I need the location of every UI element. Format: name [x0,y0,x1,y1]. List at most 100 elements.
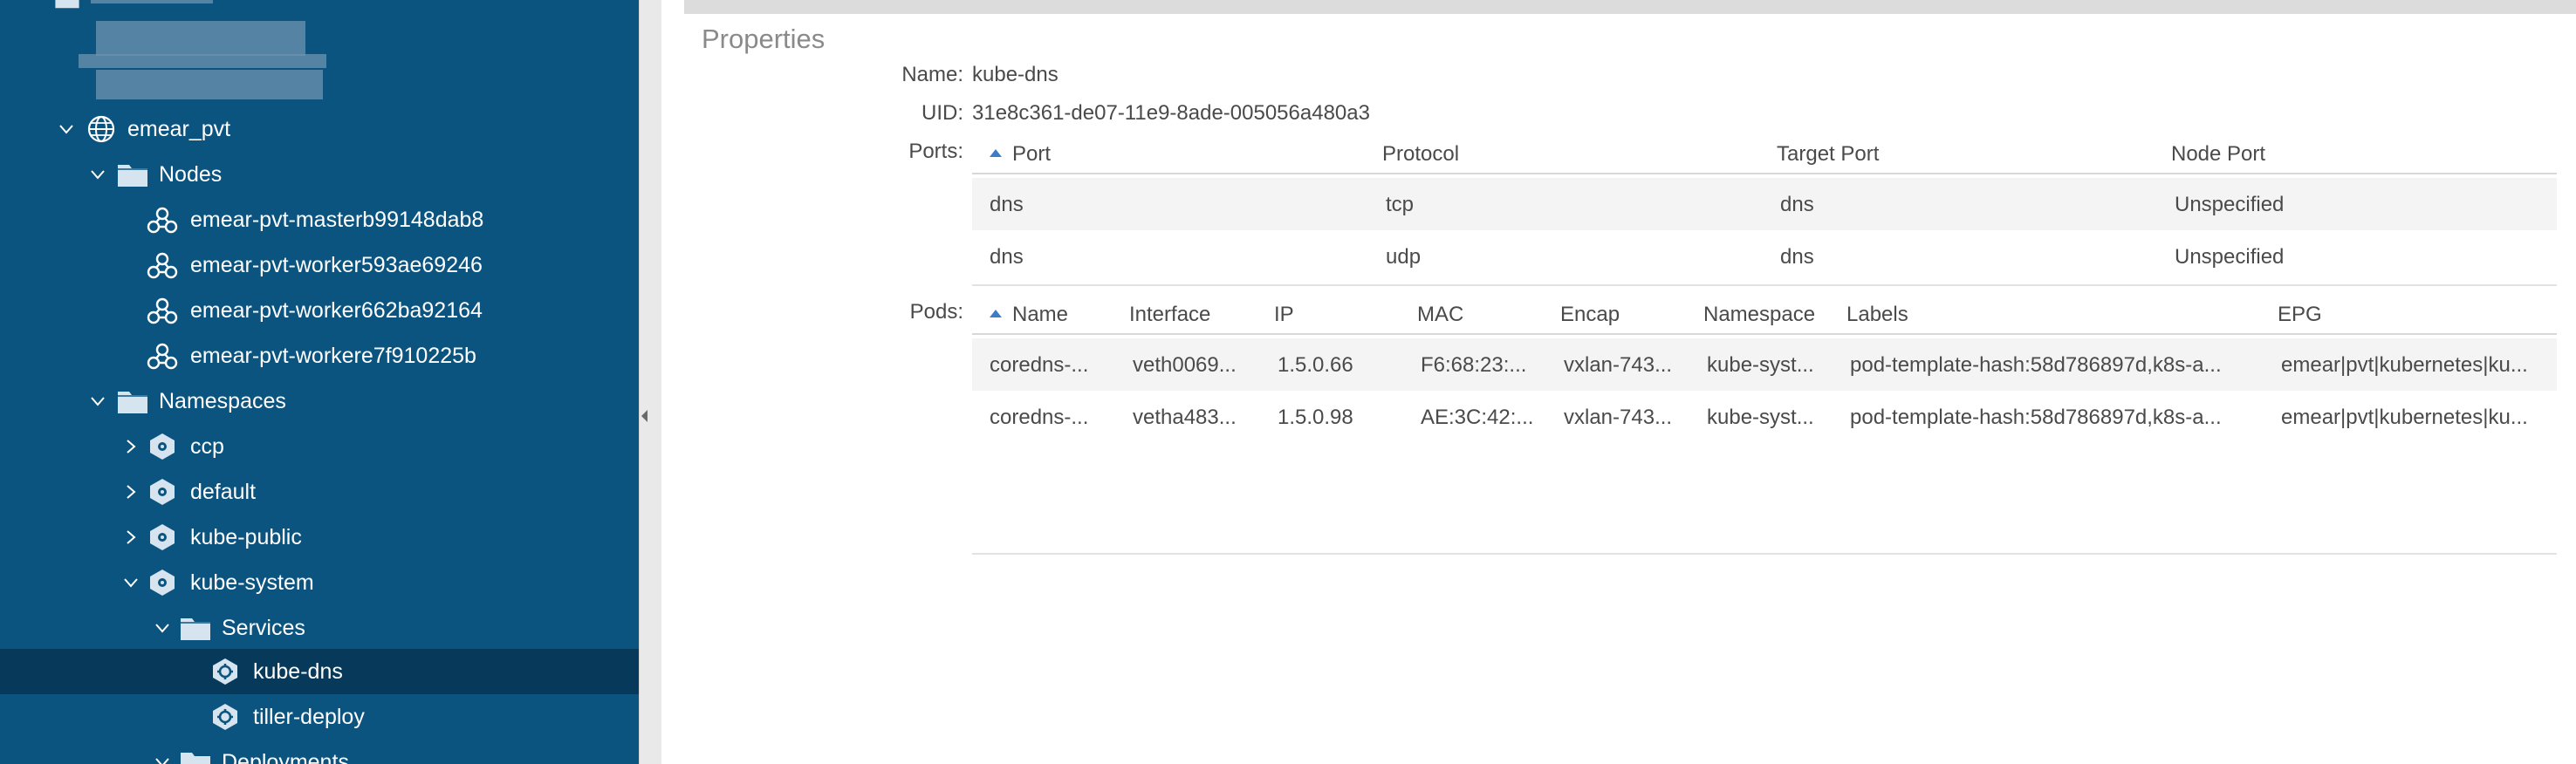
tree-item-nodes-folder[interactable]: Nodes [0,152,639,197]
column-header-port[interactable]: Port [990,142,1051,167]
ports-label: Ports: [908,140,963,163]
name-value: kube-dns [972,63,1058,86]
tree-item-label: emear-pvt-worker662ba92164 [190,298,483,323]
cell-ip: 1.5.0.66 [1278,353,1353,377]
tree-item-deployments-folder[interactable]: Deployments [0,740,639,764]
column-header-encap[interactable]: Encap [1560,303,1620,327]
uid-label: UID: [921,101,963,125]
node-icon [147,206,178,234]
node-icon [147,297,178,324]
tree-item-partial[interactable] [0,0,639,21]
folder-icon [117,160,148,188]
chevron-down-icon[interactable] [58,120,75,138]
tree-item-cluster[interactable]: emear_pvt [0,106,639,152]
column-header-interface[interactable]: Interface [1129,303,1210,327]
tree-item-label: emear-pvt-masterb99148dab8 [190,208,484,232]
chevron-down-icon[interactable] [122,574,140,591]
cell-interface: veth0069... [1133,353,1237,377]
tree-item-node[interactable]: emear-pvt-worker662ba92164 [0,288,639,333]
cell-node-port: Unspecified [2175,193,2285,216]
cell-target-port: dns [1780,245,1814,269]
tree-item-label: default [190,480,257,504]
service-icon [209,658,241,686]
cell-labels: pod-template-hash:58d786897d,k8s-a... [1850,353,2222,377]
ports-table: Port Protocol Target Port Node Port dns … [972,134,2557,288]
folder-icon [54,0,80,9]
collapse-arrow-icon[interactable] [641,410,647,422]
tree-item-namespace[interactable]: kube-public [0,515,639,560]
cell-encap: vxlan-743... [1564,353,1673,377]
panel-splitter[interactable] [639,0,661,764]
name-label: Name: [901,63,963,86]
tree-item-service[interactable]: tiller-deploy [0,694,639,740]
sidebar-tree: emear_pvt Nodes emear-pvt-masterb99148da… [0,0,639,764]
chevron-right-icon[interactable] [122,438,140,455]
ports-table-header: Port Protocol Target Port Node Port [972,134,2557,174]
tree-item-namespaces-folder[interactable]: Namespaces [0,379,639,424]
cell-namespace: kube-syst... [1707,353,1814,377]
column-header-protocol[interactable]: Protocol [1382,142,1459,167]
cell-name: coredns-... [990,406,1089,429]
table-row[interactable]: dns udp dns Unspecified [972,230,2557,283]
tree-item-namespace[interactable]: ccp [0,424,639,469]
column-header-ip[interactable]: IP [1274,303,1294,327]
properties-panel: Properties Name: kube-dns UID: 31e8c361-… [661,0,2576,764]
column-header-namespace[interactable]: Namespace [1703,303,1815,327]
cell-namespace: kube-syst... [1707,406,1814,429]
column-header-mac[interactable]: MAC [1417,303,1463,327]
column-header-name[interactable]: Name [990,303,1068,327]
folder-icon [180,748,211,764]
cell-encap: vxlan-743... [1564,406,1673,429]
tree-item-node[interactable]: emear-pvt-workere7f910225b [0,333,639,379]
cell-mac: AE:3C:42:... [1421,406,1534,429]
cell-labels: pod-template-hash:58d786897d,k8s-a... [1850,406,2222,429]
chevron-down-icon[interactable] [154,754,171,764]
namespace-icon [147,569,178,597]
table-row[interactable]: dns tcp dns Unspecified [972,178,2557,230]
tree-item-label: Namespaces [159,389,286,413]
node-icon [147,342,178,370]
tree-item-label: Services [222,616,305,640]
cell-node-port: Unspecified [2175,245,2285,269]
tree-item-namespace[interactable]: default [0,469,639,515]
uid-value: 31e8c361-de07-11e9-8ade-005056a480a3 [972,101,1370,125]
service-icon [209,703,241,731]
tree-item-namespace[interactable]: kube-system [0,560,639,605]
table-row[interactable]: coredns-... veth0069... 1.5.0.66 F6:68:2… [972,338,2557,391]
column-header-target-port[interactable]: Target Port [1777,142,1879,167]
namespace-icon [147,433,178,460]
cell-epg: emear|pvt|kubernetes|ku... [2281,353,2528,377]
tree-item-label: ccp [190,434,224,459]
tree-item-label: Nodes [159,162,223,187]
tree-item-label: tiller-deploy [253,705,365,729]
properties-title: Properties [702,24,826,54]
tree-item-node[interactable]: emear-pvt-worker593ae69246 [0,242,639,288]
chevron-down-icon[interactable] [89,166,106,183]
table-row[interactable]: coredns-... vetha483... 1.5.0.98 AE:3C:4… [972,391,2557,443]
chevron-down-icon[interactable] [89,392,106,410]
tree-item-label: emear-pvt-worker593ae69246 [190,253,483,277]
tree-item-label: kube-system [190,570,314,595]
cell-mac: F6:68:23:... [1421,353,1527,377]
pods-table: Name Interface IP MAC Encap Namespace La… [972,295,2557,556]
chevron-right-icon[interactable] [122,483,140,501]
column-header-node-port[interactable]: Node Port [2171,142,2265,167]
cell-protocol: udp [1386,245,1422,269]
column-header-epg[interactable]: EPG [2278,303,2322,327]
sort-ascending-icon [990,149,1002,157]
cell-target-port: dns [1780,193,1814,216]
blurred-label [91,0,213,3]
tree-item-service-selected[interactable]: kube-dns [0,649,639,694]
chevron-down-icon[interactable] [154,619,171,637]
cell-name: coredns-... [990,353,1089,377]
namespace-icon [147,478,178,506]
cell-epg: emear|pvt|kubernetes|ku... [2281,406,2528,429]
column-header-labels[interactable]: Labels [1846,303,1908,327]
tree-item-node[interactable]: emear-pvt-masterb99148dab8 [0,197,639,242]
tree-item-services-folder[interactable]: Services [0,605,639,651]
divider [972,553,2557,555]
header-bar [684,0,2576,14]
folder-icon [180,614,211,642]
cell-protocol: tcp [1386,193,1415,216]
chevron-right-icon[interactable] [122,529,140,546]
